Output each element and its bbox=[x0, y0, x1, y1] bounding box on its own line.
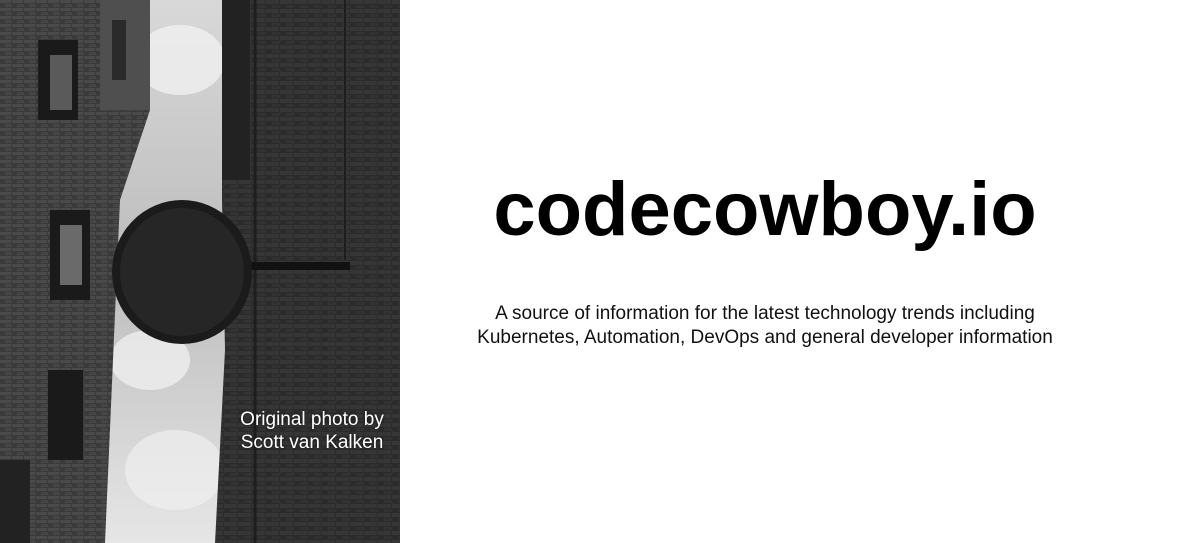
intro-section: codecowboy.io A source of information fo… bbox=[400, 0, 1200, 543]
hero-photo: Original photo by Scott van Kalken bbox=[0, 0, 400, 543]
tagline-line-2: Kubernetes, Automation, DevOps and gener… bbox=[477, 327, 1053, 348]
site-tagline: A source of information for the latest t… bbox=[400, 302, 1130, 350]
photo-credit: Original photo by Scott van Kalken bbox=[222, 408, 400, 454]
street-sign-photo bbox=[0, 0, 400, 543]
tagline-line-1: A source of information for the latest t… bbox=[495, 303, 1035, 324]
site-title: codecowboy.io bbox=[493, 167, 1037, 252]
landing-page: Original photo by Scott van Kalken codec… bbox=[0, 0, 1200, 543]
photo-credit-line-2: Scott van Kalken bbox=[240, 432, 384, 453]
photo-credit-line-1: Original photo by bbox=[240, 409, 384, 430]
